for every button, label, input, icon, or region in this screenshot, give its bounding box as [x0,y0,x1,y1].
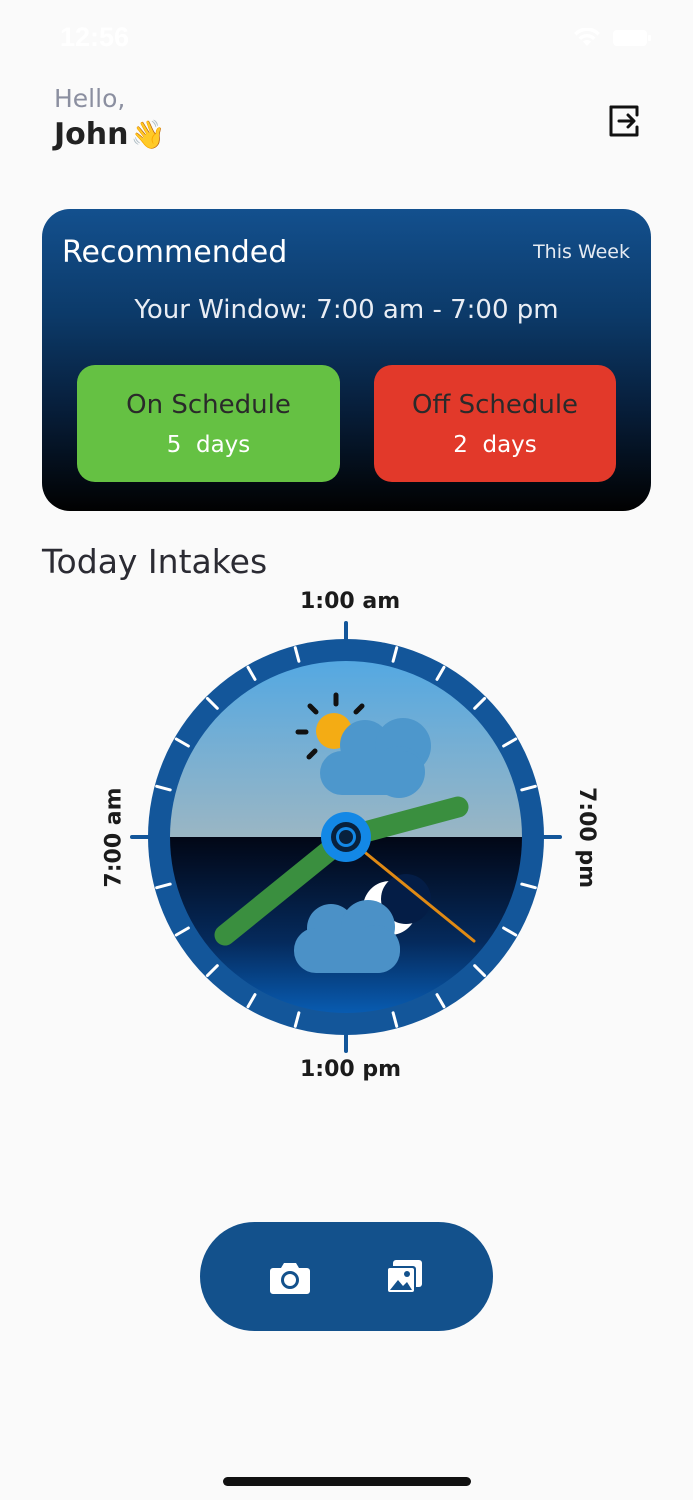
recommended-title: Recommended [62,235,288,270]
clock-dial [130,621,562,1053]
off-schedule-card[interactable]: Off Schedule 2 days [374,365,616,482]
status-icons [573,28,651,48]
battery-icon [613,30,651,46]
greeting: Hello, John 👋 [54,84,165,152]
user-name: John 👋 [54,117,165,152]
off-schedule-label: Off Schedule [411,389,579,420]
hello-text: Hello, [54,84,126,113]
recommended-window: Your Window: 7:00 am - 7:00 pm [134,295,559,325]
on-schedule-days: 5 days [166,431,251,458]
wave-emoji: 👋 [130,118,166,151]
recommended-card: Recommended This Week Your Window: 7:00 … [42,209,651,511]
intake-clock: 1:00 am 1:00 pm 7:00 am 7:00 pm [90,585,602,1095]
logout-icon [609,105,639,137]
home-indicator [223,1477,471,1486]
camera-icon [269,1262,310,1294]
off-schedule-days: 2 days [453,431,537,458]
logout-button[interactable] [607,103,643,139]
gallery-button[interactable] [382,1257,426,1297]
recommended-period: This Week [533,241,630,263]
on-schedule-card[interactable]: On Schedule 5 days [77,365,340,482]
gallery-icon [385,1259,422,1294]
today-intakes-title: Today Intakes [42,542,268,581]
status-bar: 12:56 [0,0,693,72]
user-name-text: John [54,117,129,152]
clock-center [321,812,371,862]
camera-button[interactable] [268,1257,312,1297]
on-schedule-label: On Schedule [126,389,291,420]
status-time: 12:56 [60,22,130,52]
wifi-icon [574,28,600,46]
action-bar [200,1222,493,1331]
